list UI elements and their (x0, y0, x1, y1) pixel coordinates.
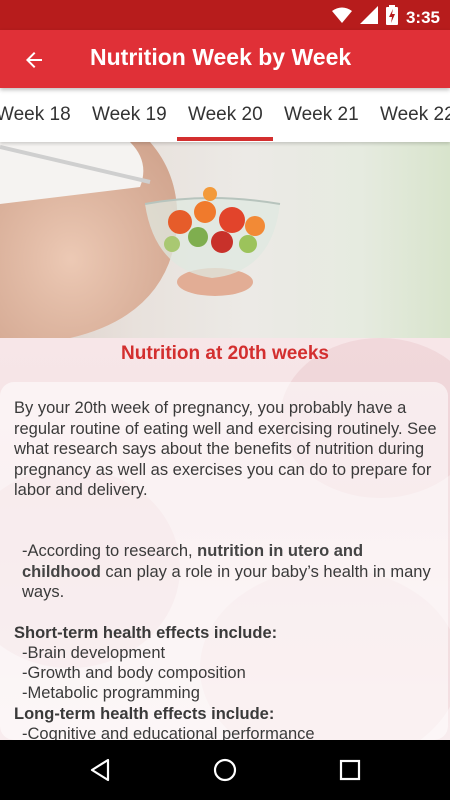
long-term-item: -Cognitive and educational performance (22, 725, 315, 740)
nav-home-button[interactable] (210, 756, 240, 784)
section-title: Nutrition at 20th weeks (121, 343, 329, 364)
tab-week-19[interactable]: Week 19 (92, 104, 167, 126)
selected-tab-indicator (177, 137, 273, 141)
short-term-heading: Short-term health effects include: (14, 624, 278, 642)
long-term-heading: Long-term health effects include: (14, 705, 275, 723)
hero-image (0, 142, 450, 338)
page-title: Nutrition Week by Week (90, 44, 352, 70)
nav-home-icon (213, 758, 237, 782)
nav-recents-button[interactable] (335, 756, 365, 784)
back-button[interactable] (18, 44, 50, 76)
status-icons: 3:35 (331, 5, 440, 30)
tab-week-20[interactable]: Week 20 (188, 104, 263, 126)
signal-icon (359, 6, 378, 29)
research-paragraph: -According to research, nutrition in ute… (14, 541, 446, 603)
battery-charging-icon (385, 5, 398, 30)
wifi-icon (331, 7, 352, 28)
week-tabs: Week 18 Week 19 Week 20 Week 21 Week 22 (0, 88, 450, 142)
intro-paragraph: By your 20th week of pregnancy, you prob… (14, 399, 437, 499)
arrow-back-icon (26, 52, 42, 68)
short-term-item: -Growth and body composition (22, 664, 246, 682)
nav-back-button[interactable] (85, 756, 115, 784)
research-prefix: -According to research, (22, 542, 198, 560)
system-nav-bar (0, 740, 450, 800)
tab-week-18[interactable]: Week 18 (0, 104, 71, 126)
nav-recents-icon (339, 759, 361, 781)
short-term-item: -Metabolic programming (22, 684, 200, 702)
status-time: 3:35 (405, 7, 440, 27)
tab-week-22[interactable]: Week 22 (380, 104, 450, 126)
tab-week-21[interactable]: Week 21 (284, 104, 359, 126)
nav-back-icon (90, 758, 110, 782)
status-bar: 3:35 (0, 0, 450, 30)
pregnant-belly-salad-illustration (0, 142, 281, 338)
short-term-item: -Brain development (22, 644, 166, 662)
app-bar: Nutrition Week by Week (0, 30, 450, 88)
